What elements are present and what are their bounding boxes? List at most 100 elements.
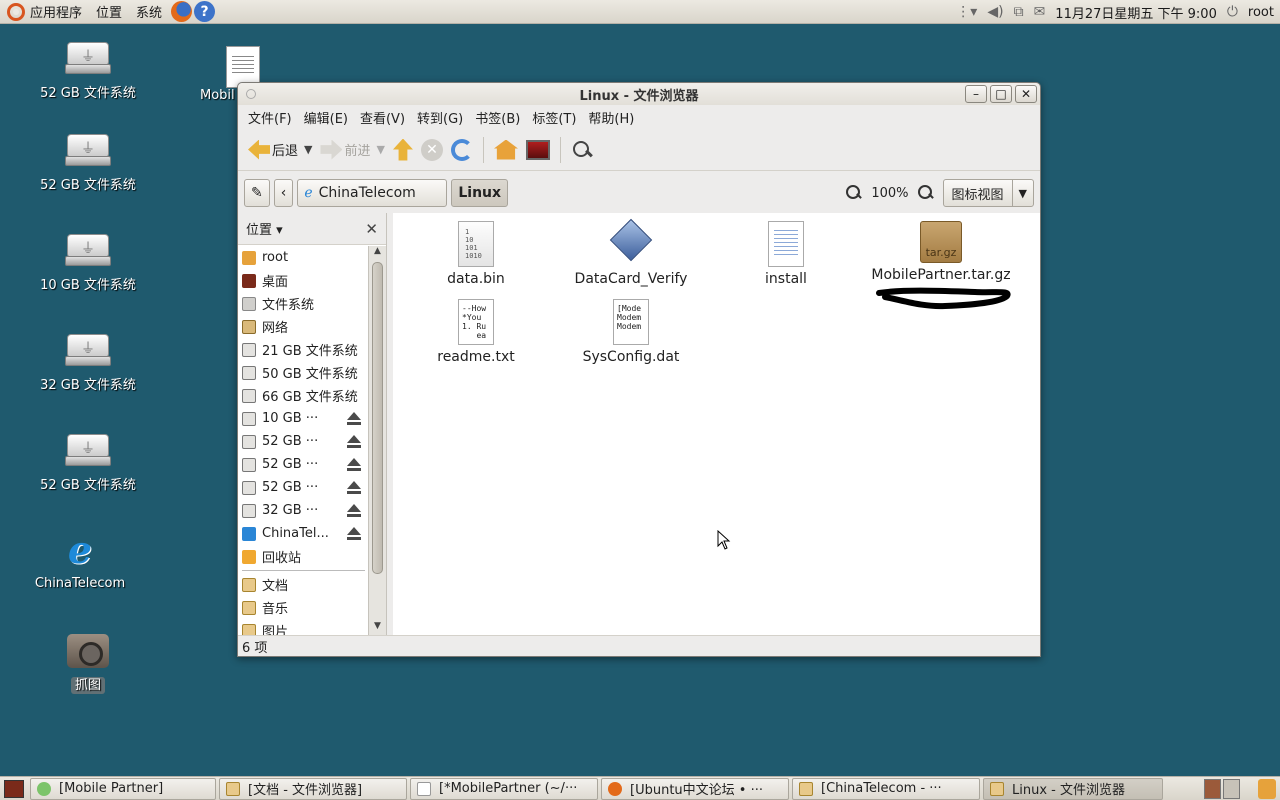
workspace-1[interactable]	[1204, 779, 1221, 799]
breadcrumb-linux[interactable]: Linux	[451, 179, 509, 207]
forward-button[interactable]: 前进 ▼	[316, 133, 388, 167]
network-activity-icon[interactable]: ⋮▾	[956, 4, 977, 20]
menu-bookmarks[interactable]: 书签(B)	[469, 108, 526, 127]
workspace-switcher[interactable]	[1204, 779, 1240, 799]
desktop-icon-drive-4[interactable]: ⏚ 32 GB 文件系统	[33, 334, 143, 393]
system-menu[interactable]: 系统	[129, 0, 169, 24]
firefox-launcher-icon[interactable]	[171, 1, 193, 22]
path-scroll-left-button[interactable]: ‹	[273, 179, 294, 207]
zoom-level[interactable]: 100%	[871, 186, 908, 201]
sidebar-item-music[interactable]: 音乐	[238, 596, 369, 619]
desktop-icon-drive-2[interactable]: ⏚ 52 GB 文件系统	[33, 134, 143, 193]
taskbar-item-documents-browser[interactable]: [文档 - 文件浏览器]	[219, 777, 407, 800]
desktop-icon-chinatelecom[interactable]: ℯ ChinaTelecom	[25, 530, 135, 591]
sidebar-item-52gb-b[interactable]: 52 GB ···	[238, 453, 369, 476]
eject-icon[interactable]	[347, 458, 361, 471]
forward-history-chevron-icon[interactable]: ▼	[377, 143, 385, 156]
file-install[interactable]: install	[711, 221, 861, 287]
eject-icon[interactable]	[347, 481, 361, 494]
sidebar-scrollbar[interactable]: ▲ ▼	[368, 246, 386, 635]
places-menu[interactable]: 位置	[89, 0, 129, 24]
menu-edit[interactable]: 编辑(E)	[298, 108, 354, 127]
computer-button[interactable]	[522, 133, 554, 167]
taskbar-item-mobile-partner[interactable]: [Mobile Partner]	[30, 777, 216, 800]
user-menu[interactable]: root	[1248, 5, 1274, 20]
file-readme-txt[interactable]: --How *You 1. Ru ea readme.txt	[401, 299, 551, 365]
zoom-in-icon[interactable]	[917, 184, 935, 202]
search-button[interactable]	[567, 133, 597, 167]
back-button[interactable]: 后退 ▼	[244, 133, 316, 167]
sidebar-item-trash[interactable]: 回收站	[238, 545, 369, 568]
file-mobilepartner-tar-gz[interactable]: tar.gz MobilePartner.tar.gz	[866, 221, 1016, 283]
sidebar-item-50gb[interactable]: 50 GB 文件系统	[238, 361, 369, 384]
clock[interactable]: 11月27日星期五 下午 9:00	[1055, 3, 1217, 22]
taskbar-item-firefox[interactable]: [Ubuntu中文论坛 • ···	[601, 777, 789, 800]
up-button[interactable]	[389, 133, 417, 167]
menu-help[interactable]: 帮助(H)	[582, 108, 640, 127]
help-launcher-icon[interactable]: ?	[194, 1, 216, 22]
trash-applet-icon[interactable]	[1258, 779, 1276, 799]
network-manager-icon[interactable]: ⧉	[1014, 4, 1024, 20]
scrollbar-thumb[interactable]	[372, 262, 383, 574]
mail-icon[interactable]: ✉	[1034, 4, 1046, 20]
desktop-icon-drive-1[interactable]: ⏚ 52 GB 文件系统	[33, 42, 143, 101]
desktop-icon-drive-3[interactable]: ⏚ 10 GB 文件系统	[33, 234, 143, 293]
file-view[interactable]: 1 10 101 1010 data.bin DataCard_Verify i…	[393, 213, 1040, 635]
menu-tabs[interactable]: 标签(T)	[526, 108, 582, 127]
sidebar-item-32gb[interactable]: 32 GB ···	[238, 499, 369, 522]
file-sysconfig-dat[interactable]: [Mode Modem Modem SysConfig.dat	[556, 299, 706, 365]
sidebar-mode-select[interactable]: 位置 ▾	[246, 219, 283, 238]
sidebar-item-root[interactable]: root	[238, 246, 369, 269]
window-menu-icon[interactable]	[246, 89, 256, 99]
maximize-button[interactable]: □	[990, 85, 1012, 103]
close-sidebar-icon[interactable]: ✕	[365, 220, 378, 238]
workspace-2[interactable]	[1223, 779, 1240, 799]
sidebar-item-desktop[interactable]: 桌面	[238, 269, 369, 292]
view-mode-select[interactable]: 图标视图 ▼	[942, 179, 1034, 207]
sidebar-item-network[interactable]: 网络	[238, 315, 369, 338]
sidebar-item-52gb-c[interactable]: 52 GB ···	[238, 476, 369, 499]
show-desktop-icon[interactable]	[4, 779, 24, 798]
menu-go[interactable]: 转到(G)	[411, 108, 469, 127]
sidebar-item-documents[interactable]: 文档	[238, 573, 369, 596]
power-icon[interactable]: ⏻	[1227, 4, 1238, 20]
minimize-button[interactable]: –	[965, 85, 987, 103]
sidebar-item-66gb[interactable]: 66 GB 文件系统	[238, 384, 369, 407]
desktop-icon-drive-5[interactable]: ⏚ 52 GB 文件系统	[33, 434, 143, 493]
file-data-bin[interactable]: 1 10 101 1010 data.bin	[401, 221, 551, 287]
eject-icon[interactable]	[347, 527, 361, 540]
desktop-icon-label: 10 GB 文件系统	[40, 278, 136, 293]
desktop-icon-screenshot[interactable]: 抓图	[33, 634, 143, 694]
taskbar-item-label: [Mobile Partner]	[59, 781, 164, 796]
reload-button[interactable]	[447, 133, 477, 167]
eject-icon[interactable]	[347, 412, 361, 425]
file-datacard-verify[interactable]: DataCard_Verify	[556, 221, 706, 287]
scroll-up-icon[interactable]: ▲	[369, 246, 386, 260]
sidebar-mode-label: 位置	[246, 223, 273, 238]
eject-icon[interactable]	[347, 435, 361, 448]
sidebar-item-pictures[interactable]: 图片	[238, 619, 369, 635]
sidebar-item-chinatelecom[interactable]: ChinaTel...	[238, 522, 369, 545]
sidebar-item-21gb[interactable]: 21 GB 文件系统	[238, 338, 369, 361]
back-history-chevron-icon[interactable]: ▼	[304, 143, 312, 156]
volume-icon[interactable]: ◀)	[987, 4, 1003, 20]
sidebar-item-52gb-a[interactable]: 52 GB ···	[238, 430, 369, 453]
taskbar-item-text-editor[interactable]: [*MobilePartner (~/···	[410, 777, 598, 800]
zoom-out-icon[interactable]	[845, 184, 863, 202]
window-titlebar[interactable]: Linux - 文件浏览器 – □ ✕	[238, 83, 1040, 105]
taskbar-item-chinatelecom[interactable]: [ChinaTelecom - ···	[792, 777, 980, 800]
taskbar-item-linux-browser[interactable]: Linux - 文件浏览器	[983, 777, 1163, 800]
eject-icon[interactable]	[347, 504, 361, 517]
scroll-down-icon[interactable]: ▼	[369, 621, 386, 635]
breadcrumb-chinatelecom[interactable]: ℯ ChinaTelecom	[297, 179, 448, 207]
sidebar-item-filesystem[interactable]: 文件系统	[238, 292, 369, 315]
sidebar-item-10gb[interactable]: 10 GB ···	[238, 407, 369, 430]
menu-view[interactable]: 查看(V)	[354, 108, 411, 127]
home-button[interactable]	[490, 133, 522, 167]
stop-button[interactable]: ✕	[417, 133, 447, 167]
edit-location-button[interactable]: ✎	[244, 179, 270, 207]
firefox-icon	[608, 781, 622, 796]
close-button[interactable]: ✕	[1015, 85, 1037, 103]
applications-menu[interactable]: 应用程序	[0, 0, 89, 24]
menu-file[interactable]: 文件(F)	[242, 108, 298, 127]
